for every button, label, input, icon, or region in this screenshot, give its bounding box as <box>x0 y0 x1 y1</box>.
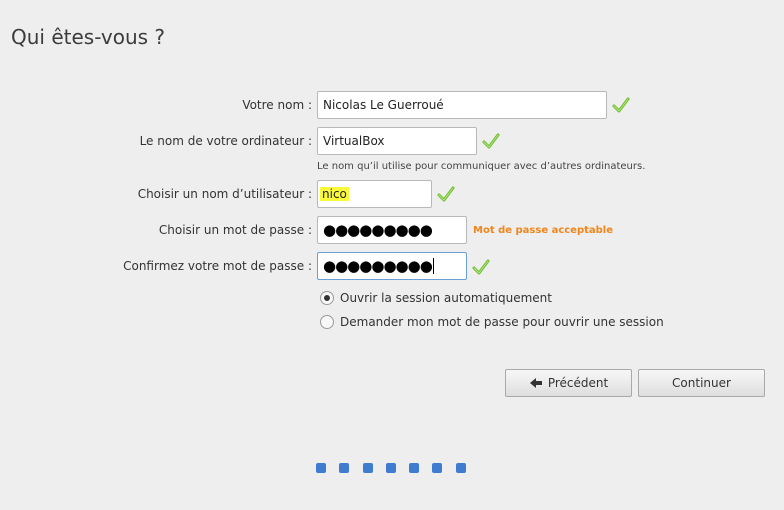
step-dot <box>409 463 420 473</box>
username-value: nico <box>320 187 349 201</box>
require-password-option[interactable]: Demander mon mot de passe pour ouvrir un… <box>320 315 664 329</box>
page-title: Qui êtes-vous ? <box>11 25 166 49</box>
password-field[interactable]: ●●●●●●●●● <box>317 216 467 244</box>
continue-button[interactable]: Continuer <box>638 369 765 397</box>
check-icon <box>482 133 500 149</box>
arrow-left-icon <box>529 378 542 388</box>
username-field[interactable]: nico <box>317 180 432 208</box>
back-button-label: Précédent <box>547 376 609 390</box>
password-strength-label: Mot de passe acceptable <box>473 225 614 236</box>
step-dot <box>455 463 466 473</box>
name-field[interactable]: Nicolas Le Guerroué <box>317 91 607 119</box>
confirm-password-field[interactable]: ●●●●●●●●● <box>317 252 467 280</box>
computer-name-value: VirtualBox <box>323 134 385 148</box>
back-button[interactable]: Précédent <box>505 369 632 397</box>
confirm-password-masked-value: ●●●●●●●●● <box>323 257 433 275</box>
auto-login-option[interactable]: Ouvrir la session automatiquement <box>320 291 552 305</box>
step-dot <box>362 463 373 473</box>
step-dot <box>339 463 350 473</box>
check-icon <box>612 97 630 113</box>
computer-name-field[interactable]: VirtualBox <box>317 127 477 155</box>
auto-login-label[interactable]: Ouvrir la session automatiquement <box>340 291 552 305</box>
require-password-label[interactable]: Demander mon mot de passe pour ouvrir un… <box>340 315 664 329</box>
computer-name-hint: Le nom qu’il utilise pour communiquer av… <box>317 161 646 172</box>
username-label: Choisir un nom d’utilisateur : <box>137 187 312 201</box>
check-icon <box>472 259 490 275</box>
password-masked-value: ●●●●●●●●● <box>323 221 433 239</box>
step-dot <box>316 463 326 473</box>
name-value: Nicolas Le Guerroué <box>323 98 444 112</box>
check-icon <box>437 186 455 202</box>
step-indicator <box>316 463 479 473</box>
continue-button-label: Continuer <box>672 376 731 390</box>
text-caret <box>432 258 434 274</box>
confirm-password-label: Confirmez votre mot de passe : <box>123 259 312 273</box>
step-dot <box>432 463 443 473</box>
auto-login-radio[interactable] <box>320 291 334 305</box>
require-password-radio[interactable] <box>320 315 334 329</box>
password-label: Choisir un mot de passe : <box>158 223 312 237</box>
step-dot <box>385 463 396 473</box>
name-label: Votre nom : <box>242 98 312 112</box>
computer-name-label: Le nom de votre ordinateur : <box>139 134 312 148</box>
